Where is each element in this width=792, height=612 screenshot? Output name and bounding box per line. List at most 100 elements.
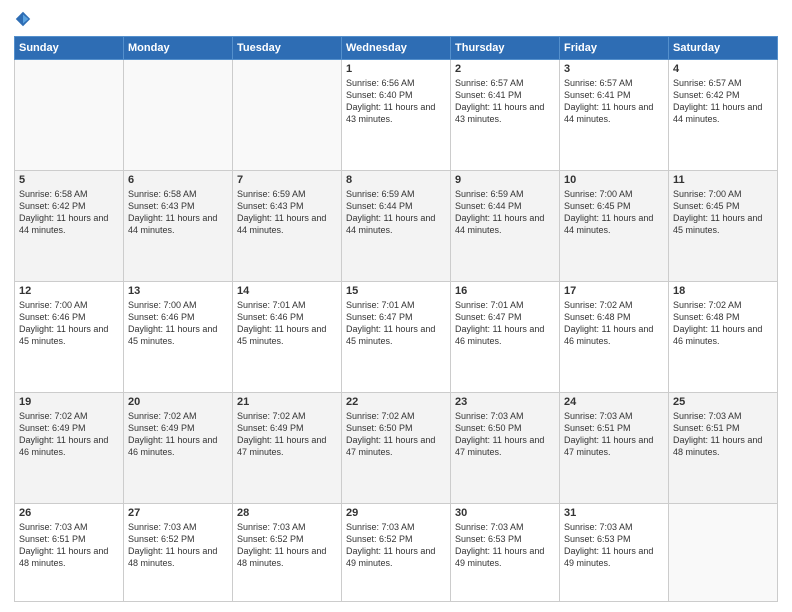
calendar-cell: 13 Sunrise: 7:00 AM Sunset: 6:46 PM Dayli… (124, 282, 233, 393)
calendar-cell: 21 Sunrise: 7:02 AM Sunset: 6:49 PM Dayli… (233, 393, 342, 504)
calendar-cell: 9 Sunrise: 6:59 AM Sunset: 6:44 PM Daylig… (451, 171, 560, 282)
week-row-2: 5 Sunrise: 6:58 AM Sunset: 6:42 PM Daylig… (15, 171, 778, 282)
day-number: 29 (346, 507, 446, 519)
day-info: Sunrise: 7:03 AM Sunset: 6:51 PM Dayligh… (673, 410, 773, 459)
calendar-cell: 23Sunrise: 7:03 AM Sunset: 6:50 PM Dayli… (451, 393, 560, 504)
day-info: Sunrise: 7:01 AM Sunset: 6:47 PM Dayligh… (346, 299, 446, 348)
calendar-cell (669, 504, 778, 602)
day-header-monday: Monday (124, 37, 233, 60)
calendar-cell: 3Sunrise: 6:57 AM Sunset: 6:41 PM Daylig… (560, 60, 669, 171)
day-number: 20 (128, 396, 228, 408)
day-info: Sunrise: 7:02 AM Sunset: 6:48 PM Dayligh… (673, 299, 773, 348)
calendar-cell: 4Sunrise: 6:57 AM Sunset: 6:42 PM Daylig… (669, 60, 778, 171)
day-info: Sunrise: 7:00 AM Sunset: 6:46 PM Dayligh… (128, 299, 228, 348)
calendar-cell: 27Sunrise: 7:03 AM Sunset: 6:52 PM Dayli… (124, 504, 233, 602)
calendar-cell: 16 Sunrise: 7:01 AM Sunset: 6:47 PM Dayli… (451, 282, 560, 393)
logo-icon (14, 10, 32, 28)
day-info: Sunrise: 7:03 AM Sunset: 6:52 PM Dayligh… (237, 521, 337, 570)
calendar-cell (124, 60, 233, 171)
day-info: Sunrise: 7:03 AM Sunset: 6:52 PM Dayligh… (346, 521, 446, 570)
week-row-4: 19 Sunrise: 7:02 AM Sunset: 6:49 PM Dayli… (15, 393, 778, 504)
calendar-cell: 12 Sunrise: 7:00 AM Sunset: 6:46 PM Dayli… (15, 282, 124, 393)
day-info: Sunrise: 6:57 AM Sunset: 6:42 PM Dayligh… (673, 77, 773, 126)
day-info: Sunrise: 7:03 AM Sunset: 6:53 PM Dayligh… (564, 521, 664, 570)
day-number: 9 (455, 174, 555, 186)
calendar-cell: 30Sunrise: 7:03 AM Sunset: 6:53 PM Dayli… (451, 504, 560, 602)
calendar-cell: 5 Sunrise: 6:58 AM Sunset: 6:42 PM Daylig… (15, 171, 124, 282)
calendar-cell: 18 Sunrise: 7:02 AM Sunset: 6:48 PM Dayli… (669, 282, 778, 393)
calendar-cell: 7 Sunrise: 6:59 AM Sunset: 6:43 PM Daylig… (233, 171, 342, 282)
day-info: Sunrise: 7:02 AM Sunset: 6:49 PM Dayligh… (128, 410, 228, 459)
day-number: 13 (128, 285, 228, 297)
day-info: Sunrise: 7:03 AM Sunset: 6:51 PM Dayligh… (19, 521, 119, 570)
logo (14, 10, 36, 28)
calendar-cell: 29 Sunrise: 7:03 AM Sunset: 6:52 PM Dayli… (342, 504, 451, 602)
day-number: 16 (455, 285, 555, 297)
calendar-cell: 17Sunrise: 7:02 AM Sunset: 6:48 PM Dayli… (560, 282, 669, 393)
day-number: 26 (19, 507, 119, 519)
calendar-cell: 24 Sunrise: 7:03 AM Sunset: 6:51 PM Dayli… (560, 393, 669, 504)
calendar-cell: 11Sunrise: 7:00 AM Sunset: 6:45 PM Dayli… (669, 171, 778, 282)
day-number: 19 (19, 396, 119, 408)
day-info: Sunrise: 6:59 AM Sunset: 6:44 PM Dayligh… (455, 188, 555, 237)
calendar-table: SundayMondayTuesdayWednesdayThursdayFrid… (14, 36, 778, 602)
day-info: Sunrise: 7:00 AM Sunset: 6:46 PM Dayligh… (19, 299, 119, 348)
calendar-cell: 14 Sunrise: 7:01 AM Sunset: 6:46 PM Dayli… (233, 282, 342, 393)
day-number: 24 (564, 396, 664, 408)
day-info: Sunrise: 7:02 AM Sunset: 6:50 PM Dayligh… (346, 410, 446, 459)
header-row: SundayMondayTuesdayWednesdayThursdayFrid… (15, 37, 778, 60)
day-info: Sunrise: 7:03 AM Sunset: 6:52 PM Dayligh… (128, 521, 228, 570)
calendar-cell: 22Sunrise: 7:02 AM Sunset: 6:50 PM Dayli… (342, 393, 451, 504)
calendar-cell: 8Sunrise: 6:59 AM Sunset: 6:44 PM Daylig… (342, 171, 451, 282)
day-number: 6 (128, 174, 228, 186)
day-number: 10 (564, 174, 664, 186)
page: SundayMondayTuesdayWednesdayThursdayFrid… (0, 0, 792, 612)
week-row-3: 12 Sunrise: 7:00 AM Sunset: 6:46 PM Dayli… (15, 282, 778, 393)
day-info: Sunrise: 6:58 AM Sunset: 6:43 PM Dayligh… (128, 188, 228, 237)
calendar-cell: 20 Sunrise: 7:02 AM Sunset: 6:49 PM Dayli… (124, 393, 233, 504)
day-header-saturday: Saturday (669, 37, 778, 60)
day-number: 18 (673, 285, 773, 297)
calendar-cell: 26 Sunrise: 7:03 AM Sunset: 6:51 PM Dayli… (15, 504, 124, 602)
calendar-cell: 15 Sunrise: 7:01 AM Sunset: 6:47 PM Dayli… (342, 282, 451, 393)
header (14, 10, 778, 28)
day-number: 2 (455, 63, 555, 75)
day-info: Sunrise: 7:02 AM Sunset: 6:49 PM Dayligh… (237, 410, 337, 459)
calendar-cell: 10Sunrise: 7:00 AM Sunset: 6:45 PM Dayli… (560, 171, 669, 282)
calendar-cell: 31 Sunrise: 7:03 AM Sunset: 6:53 PM Dayli… (560, 504, 669, 602)
day-info: Sunrise: 6:59 AM Sunset: 6:43 PM Dayligh… (237, 188, 337, 237)
day-info: Sunrise: 6:58 AM Sunset: 6:42 PM Dayligh… (19, 188, 119, 237)
day-number: 12 (19, 285, 119, 297)
calendar-cell: 6 Sunrise: 6:58 AM Sunset: 6:43 PM Daylig… (124, 171, 233, 282)
calendar-cell (233, 60, 342, 171)
day-number: 14 (237, 285, 337, 297)
day-number: 5 (19, 174, 119, 186)
calendar-cell: 19 Sunrise: 7:02 AM Sunset: 6:49 PM Dayli… (15, 393, 124, 504)
day-info: Sunrise: 7:01 AM Sunset: 6:46 PM Dayligh… (237, 299, 337, 348)
day-number: 23 (455, 396, 555, 408)
week-row-5: 26 Sunrise: 7:03 AM Sunset: 6:51 PM Dayli… (15, 504, 778, 602)
day-header-friday: Friday (560, 37, 669, 60)
calendar-cell: 1 Sunrise: 6:56 AM Sunset: 6:40 PM Daylig… (342, 60, 451, 171)
day-info: Sunrise: 7:03 AM Sunset: 6:53 PM Dayligh… (455, 521, 555, 570)
day-number: 1 (346, 63, 446, 75)
day-number: 15 (346, 285, 446, 297)
day-number: 25 (673, 396, 773, 408)
day-info: Sunrise: 7:02 AM Sunset: 6:49 PM Dayligh… (19, 410, 119, 459)
day-number: 8 (346, 174, 446, 186)
day-number: 28 (237, 507, 337, 519)
day-header-wednesday: Wednesday (342, 37, 451, 60)
calendar-cell: 28 Sunrise: 7:03 AM Sunset: 6:52 PM Dayli… (233, 504, 342, 602)
day-number: 31 (564, 507, 664, 519)
day-number: 3 (564, 63, 664, 75)
day-number: 21 (237, 396, 337, 408)
day-number: 7 (237, 174, 337, 186)
day-header-thursday: Thursday (451, 37, 560, 60)
day-header-tuesday: Tuesday (233, 37, 342, 60)
day-info: Sunrise: 7:01 AM Sunset: 6:47 PM Dayligh… (455, 299, 555, 348)
day-info: Sunrise: 7:02 AM Sunset: 6:48 PM Dayligh… (564, 299, 664, 348)
calendar-cell (15, 60, 124, 171)
day-header-sunday: Sunday (15, 37, 124, 60)
day-info: Sunrise: 7:03 AM Sunset: 6:51 PM Dayligh… (564, 410, 664, 459)
day-info: Sunrise: 6:56 AM Sunset: 6:40 PM Dayligh… (346, 77, 446, 126)
